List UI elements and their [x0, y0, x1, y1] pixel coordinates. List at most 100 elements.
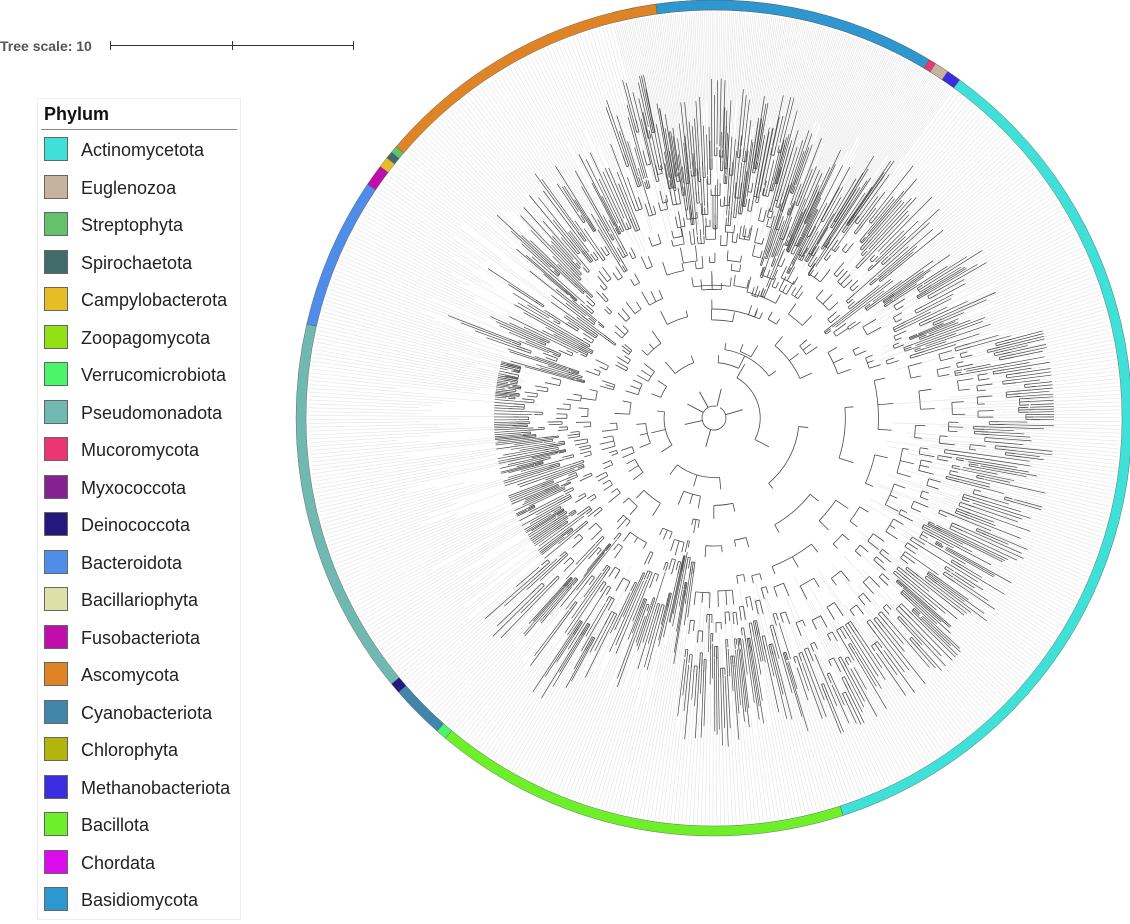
tree-branch [1030, 406, 1054, 408]
tree-branch [827, 347, 838, 353]
tree-branch [688, 654, 691, 663]
tree-branch [585, 602, 606, 637]
tree-branch [614, 343, 617, 346]
tree-branch [791, 287, 797, 295]
tree-branch [691, 518, 694, 526]
tree-branch [790, 252, 794, 255]
tree-branch [878, 573, 883, 578]
tree-branch [605, 384, 615, 388]
tree-branch [836, 268, 844, 278]
leaf-guide-line [547, 47, 585, 131]
tree-branch [551, 377, 561, 381]
tree-branch [665, 562, 669, 572]
tree-branch [618, 543, 623, 548]
leaf-guide-line [449, 110, 591, 275]
tree-branch [622, 349, 629, 355]
leaf-guide-line [308, 415, 500, 417]
tree-branch [553, 333, 583, 350]
tree-branch [751, 244, 756, 256]
tree-branch [563, 557, 571, 565]
tree-branch [1030, 381, 1053, 385]
tree-branch [572, 537, 584, 548]
legend-item: Methanobacteriota [44, 774, 240, 801]
tree-branch [700, 203, 703, 215]
tree-branch [775, 613, 779, 621]
leaf-guide-line [936, 483, 1104, 534]
legend-swatch [44, 774, 68, 799]
leaf-guide-line [433, 559, 580, 713]
tree-branch [661, 604, 665, 606]
legend-item: Fusobacteriota [44, 624, 240, 651]
tree-branch [750, 345, 759, 358]
leaf-guide-line [312, 448, 509, 478]
leaf-guide-line [700, 12, 704, 108]
tree-branch [855, 350, 867, 356]
leaf-guide-line [482, 83, 574, 215]
legend-item: Myxococcota [44, 474, 240, 501]
tree-branch [590, 472, 593, 476]
leaf-guide-line [919, 620, 1004, 703]
tree-branch [623, 532, 631, 542]
tree-branch [781, 277, 794, 285]
tree-branch [759, 276, 763, 278]
tree-branch [713, 502, 734, 506]
tree-branch [914, 425, 916, 438]
tree-branch [976, 474, 985, 478]
tree-branch [767, 216, 772, 219]
legend-item: Bacteroidota [44, 549, 240, 576]
tree-branch [950, 470, 959, 473]
tree-branch [578, 444, 591, 449]
tree-branch [677, 138, 684, 184]
tree-branch [675, 362, 694, 374]
tree-branch [512, 292, 551, 317]
tree-branch [869, 254, 876, 261]
tree-scale-tick-start [110, 41, 111, 50]
leaf-guide-line [755, 711, 772, 820]
tree-branch [575, 495, 587, 503]
tree-branch [584, 493, 587, 497]
legend-swatch [44, 737, 68, 761]
leaf-guide-line [848, 704, 887, 786]
tree-branch [595, 471, 607, 478]
tree-branch [580, 447, 591, 451]
leaf-guide-line [616, 649, 657, 813]
leaf-guide-line [711, 12, 714, 182]
tree-branch [515, 566, 540, 587]
leaf-guide-line [938, 456, 1115, 488]
tree-branch [820, 269, 831, 283]
leaf-guide-line [865, 630, 951, 749]
tree-branch [717, 589, 733, 592]
tree-branch [610, 460, 613, 465]
leaf-guide-line [448, 624, 536, 726]
tree-branch [956, 457, 965, 460]
leaf-guide-line [906, 127, 998, 221]
legend-label: Campylobacterota [81, 290, 228, 310]
legend-swatch [44, 624, 68, 649]
legend-swatch [44, 587, 68, 611]
leaf-guide-line [436, 628, 518, 715]
tree-branch [883, 305, 886, 307]
tree-branch [606, 100, 627, 158]
tree-branch [848, 643, 851, 645]
tree-branch [499, 325, 536, 342]
tree-branch [697, 495, 701, 509]
leaf-guide-line [661, 15, 680, 152]
tree-branch [614, 413, 630, 415]
tree-scale-bar [110, 41, 354, 50]
leaf-guide-line [875, 482, 1091, 571]
tree-branch [602, 435, 613, 439]
leaf-guide-line [412, 569, 546, 690]
tree-branch [601, 380, 616, 386]
tree-branch [699, 229, 702, 244]
leaf-guide-line [356, 569, 433, 611]
tree-branch [938, 350, 952, 355]
tree-branch [566, 350, 574, 354]
tree-branch [950, 559, 953, 563]
tree-branch [693, 591, 696, 605]
tree-branch [867, 360, 874, 364]
tree-branch [949, 470, 951, 475]
leaf-guide-line [374, 194, 463, 253]
leaf-guide-line [505, 69, 597, 221]
leaf-guide-line [392, 169, 464, 224]
leaf-guide-line [414, 578, 540, 693]
